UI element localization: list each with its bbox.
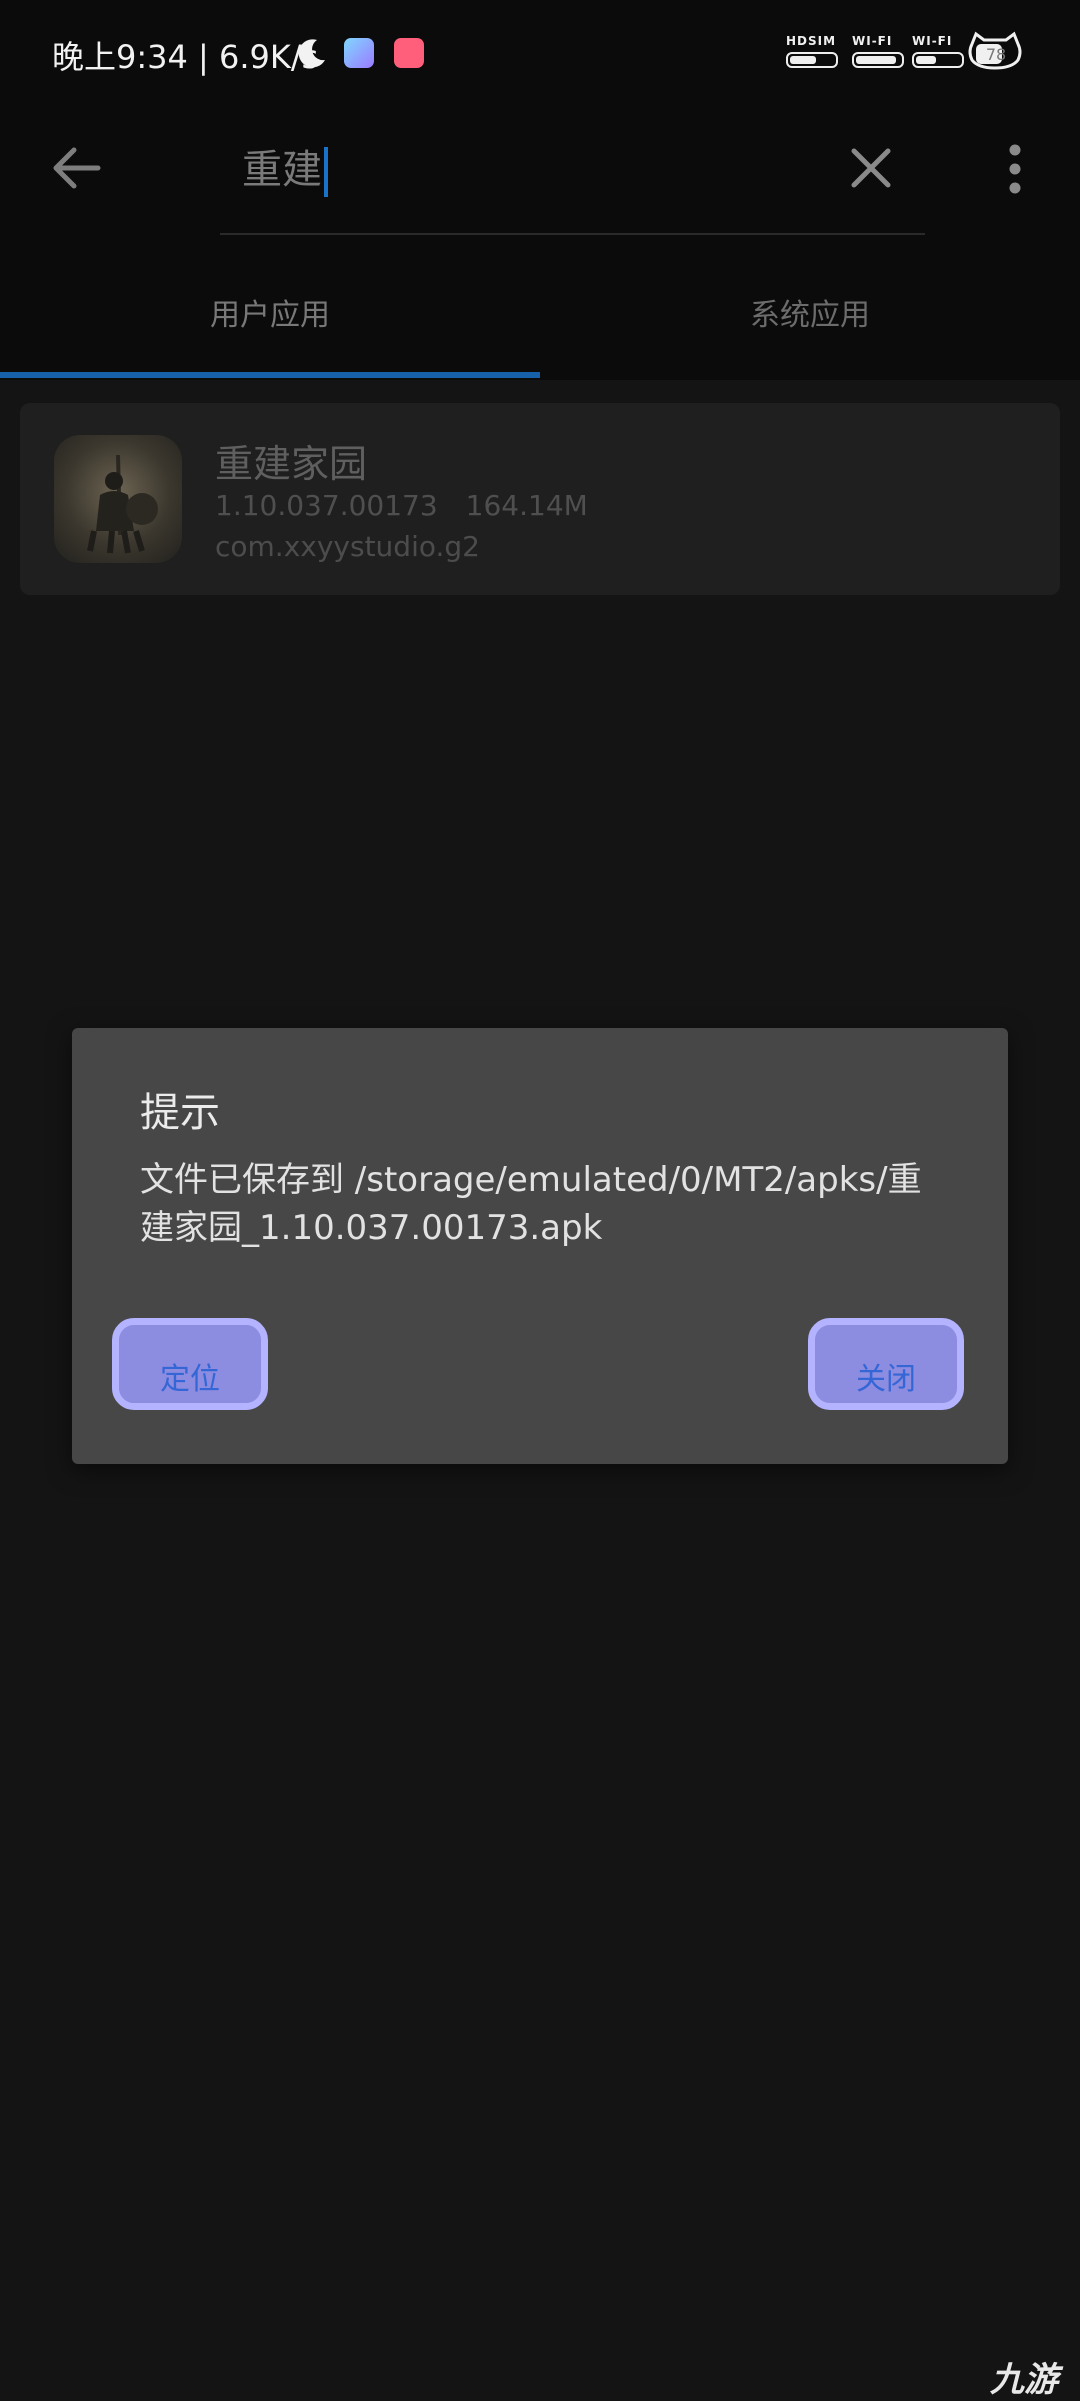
- app-name: 重建家园: [215, 442, 368, 486]
- tab-user-apps[interactable]: 用户应用: [0, 290, 540, 334]
- list-item[interactable]: 重建家园 1.10.037.00173 164.14M com.xxyystudi…: [20, 403, 1060, 595]
- moon-icon: [298, 39, 325, 68]
- battery-icon: 78: [968, 31, 1022, 70]
- app-size: 164.14M: [465, 489, 588, 522]
- locate-button[interactable]: 定位: [112, 1318, 268, 1410]
- app-icon: [54, 435, 182, 563]
- sim-signal-icon: HDSIM: [786, 34, 838, 68]
- dialog-title: 提示: [140, 1090, 220, 1136]
- tab-indicator: [0, 372, 540, 378]
- search-input[interactable]: 重建: [242, 138, 822, 202]
- search-underline: [220, 233, 925, 235]
- app-version: 1.10.037.00173: [215, 489, 438, 522]
- back-arrow-icon[interactable]: [48, 140, 104, 196]
- dialog-message: 文件已保存到 /storage/emulated/0/MT2/apks/重建家园…: [140, 1160, 922, 1248]
- close-button[interactable]: 关闭: [808, 1318, 964, 1410]
- status-time: 晚上9:34 | 6.9K/s: [52, 38, 319, 76]
- watermark-logo: 九游: [990, 2360, 1058, 2400]
- wifi-signal-icon: WI-FI: [852, 34, 904, 68]
- tab-system-apps[interactable]: 系统应用: [540, 290, 1080, 334]
- search-query: 重建: [242, 147, 322, 193]
- text-cursor: [324, 147, 328, 197]
- app-package: com.xxyystudio.g2: [215, 530, 480, 563]
- battery-level: 78: [986, 45, 1006, 64]
- save-dialog: 提示 文件已保存到 /storage/emulated/0/MT2/apks/重…: [72, 1028, 1008, 1464]
- status-bar: 晚上9:34 | 6.9K/s HDSIM WI-FI WI-FI 78: [0, 0, 1080, 100]
- clear-search-icon[interactable]: [848, 145, 894, 191]
- tv-app-notification-icon: [394, 38, 424, 68]
- app-meta: 1.10.037.00173 164.14M: [215, 489, 588, 522]
- app-notification-icon: [344, 38, 374, 68]
- wifi-signal-icon-2: WI-FI: [912, 34, 964, 68]
- more-options-icon[interactable]: [1000, 142, 1030, 196]
